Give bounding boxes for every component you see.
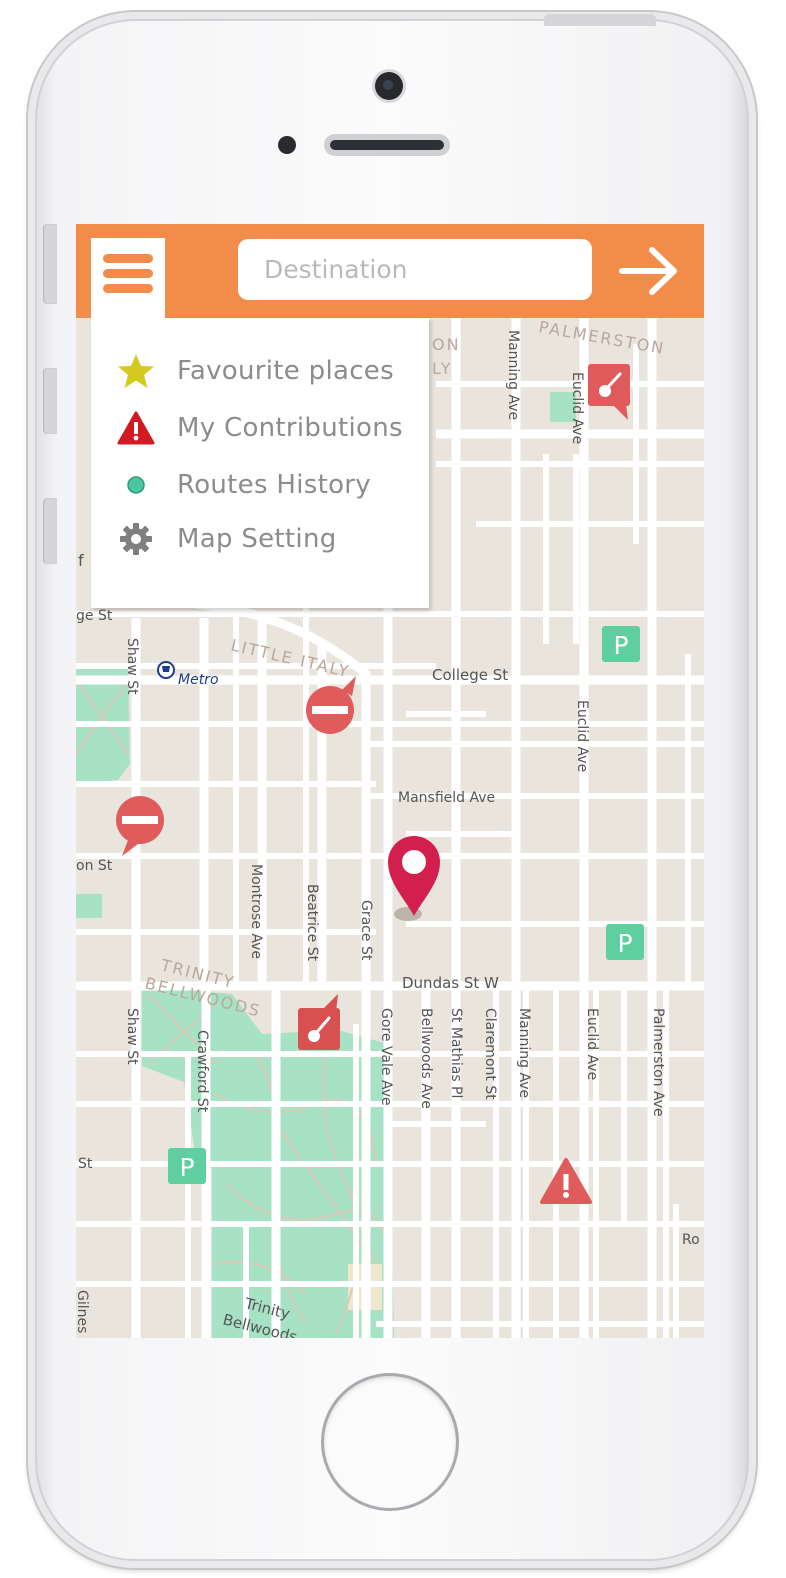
street-label-beatrice-st: Beatrice St — [304, 884, 320, 962]
street-label-manning-ave-bottom: Manning Ave — [516, 1008, 532, 1098]
menu-item-label: My Contributions — [177, 413, 403, 443]
parking-marker[interactable]: P — [606, 924, 644, 960]
street-label-frag-bottom-left: Gilnes St — [76, 1290, 90, 1338]
gear-icon — [115, 522, 157, 556]
street-label-on-st: on St — [76, 858, 113, 874]
street-label-montrose-ave: Montrose Ave — [248, 864, 264, 959]
menu-item-favourite-places[interactable]: Favourite places — [91, 348, 429, 394]
street-label-college-st: College St — [432, 666, 508, 684]
go-arrow-button[interactable] — [616, 242, 684, 300]
destination-input[interactable] — [238, 239, 592, 300]
street-label-metro: Metro — [178, 672, 219, 688]
metro-store-icon[interactable] — [157, 661, 175, 679]
street-label-claremont-st: Claremont St — [482, 1008, 498, 1100]
street-label-bellwoods-ave: Bellwoods Ave — [418, 1008, 434, 1109]
volume-down-button — [43, 498, 57, 564]
parking-marker[interactable]: P — [602, 626, 640, 662]
hamburger-line — [103, 254, 153, 263]
street-label-euclid-ave-top: Euclid Ave — [569, 372, 585, 444]
arrow-right-icon — [619, 247, 677, 295]
hamburger-menu-button[interactable] — [91, 238, 165, 320]
street-label-grace-st: Grace St — [358, 900, 374, 961]
street-label-frag-ly: LY — [432, 359, 453, 378]
star-icon — [115, 354, 157, 388]
warning-icon — [115, 411, 157, 445]
street-label-crawford-st: Crawford St — [194, 1030, 210, 1113]
menu-item-label: Routes History — [177, 470, 371, 500]
street-label-frag-on: ON — [432, 335, 461, 354]
app-screen: PALMERSTON Manning Ave Euclid Ave ON LY … — [76, 224, 704, 1338]
home-button[interactable] — [324, 1376, 456, 1508]
parking-label: P — [613, 631, 628, 660]
street-label-frag-ge-st: ge St — [76, 608, 113, 624]
street-label-frag-ro: Ro — [682, 1232, 700, 1248]
street-label-palmerston-ave: Palmerston Ave — [650, 1008, 666, 1117]
street-label-manning-ave-top: Manning Ave — [505, 330, 521, 420]
dot-icon — [115, 468, 157, 502]
menu-item-label: Favourite places — [177, 356, 394, 386]
hamburger-line — [103, 284, 153, 293]
earpiece-speaker — [324, 134, 450, 156]
mute-switch — [43, 224, 57, 304]
street-label-euclid-ave-bottom: Euclid Ave — [584, 1008, 600, 1080]
street-label-shaw-st-top: Shaw St — [124, 638, 140, 695]
parking-marker[interactable]: P — [168, 1148, 206, 1184]
parking-label: P — [179, 1153, 194, 1182]
menu-item-map-setting[interactable]: Map Setting — [91, 516, 429, 562]
hamburger-line — [103, 269, 153, 278]
menu-item-routes-history[interactable]: Routes History — [91, 462, 429, 508]
street-label-frag-f: f — [78, 551, 84, 570]
street-label-mansfield-ave: Mansfield Ave — [398, 790, 495, 806]
parking-label: P — [617, 929, 632, 958]
street-label-st-mathias-pl: St Mathias Pl — [448, 1008, 464, 1098]
top-bar — [76, 224, 704, 320]
volume-up-button — [43, 368, 57, 434]
street-label-gore-vale-ave: Gore Vale Ave — [378, 1008, 394, 1106]
street-label-frag-st: St — [78, 1156, 93, 1172]
menu-dropdown: Favourite places My Contributions Routes… — [91, 318, 429, 608]
menu-item-my-contributions[interactable]: My Contributions — [91, 405, 429, 451]
street-label-euclid-ave-mid: Euclid Ave — [574, 700, 590, 772]
power-button — [544, 14, 656, 26]
proximity-sensor — [278, 136, 296, 154]
menu-item-label: Map Setting — [177, 524, 337, 554]
street-label-shaw-st-bottom: Shaw St — [124, 1008, 140, 1065]
street-label-dundas-st-w: Dundas St W — [402, 974, 499, 992]
front-camera — [375, 72, 403, 100]
